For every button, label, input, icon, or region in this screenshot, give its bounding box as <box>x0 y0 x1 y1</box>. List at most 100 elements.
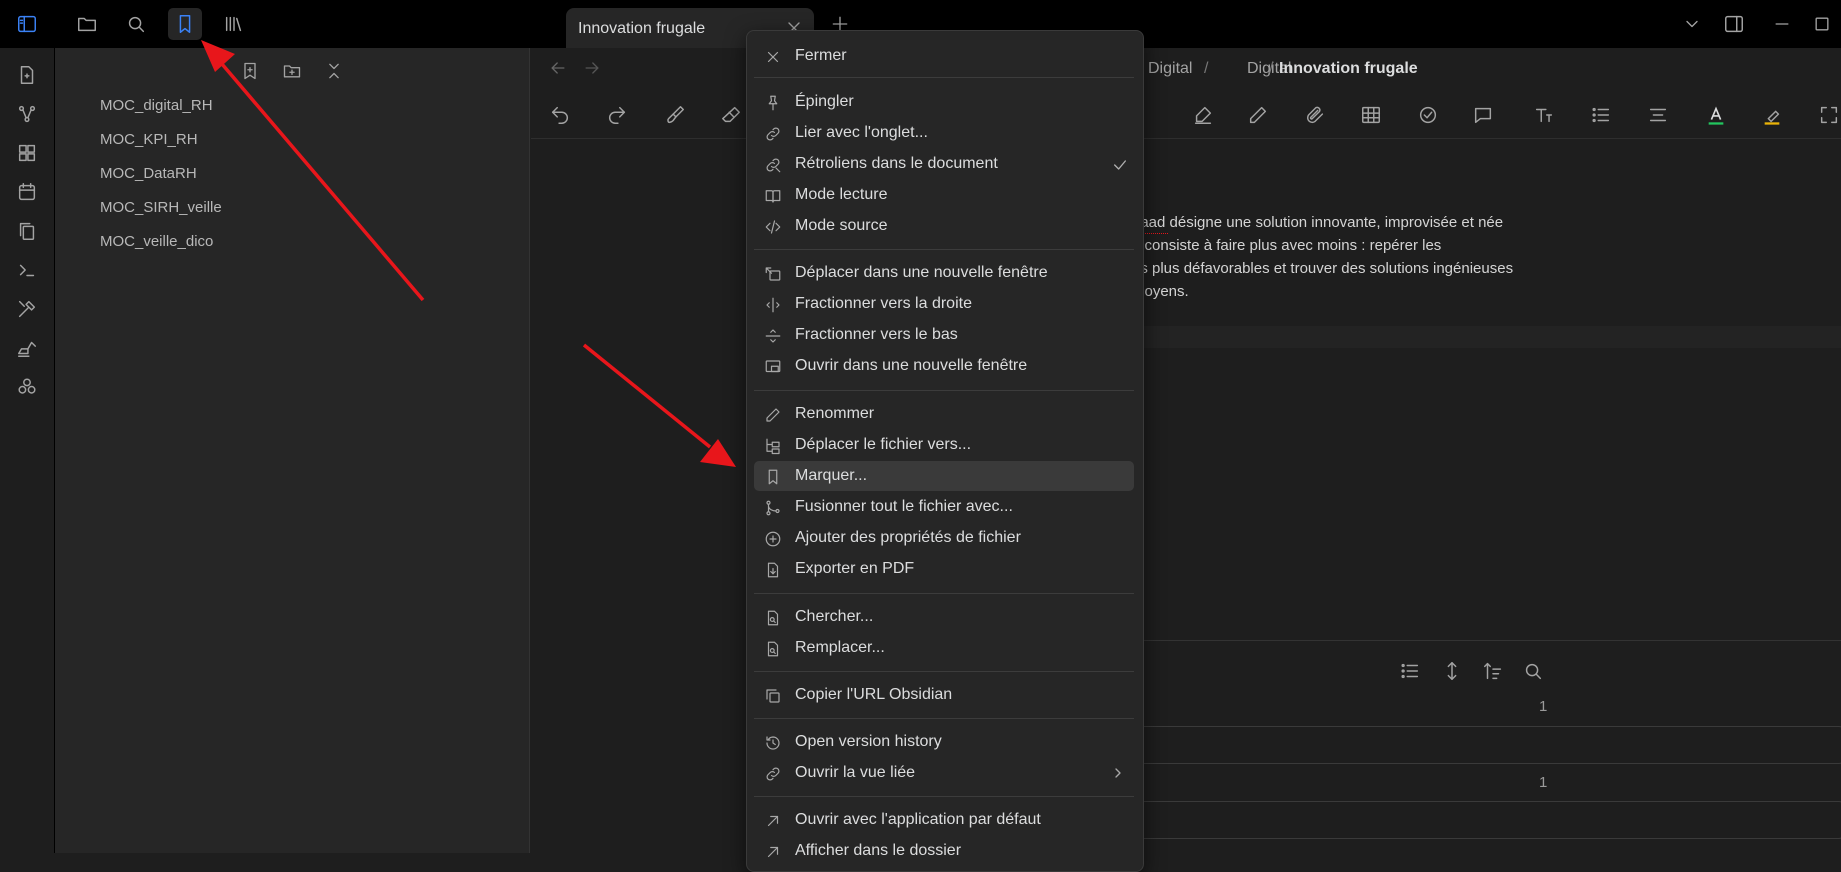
menu-item-find[interactable]: Chercher... <box>754 602 1134 632</box>
sidebar-toggle-icon[interactable] <box>10 8 44 40</box>
result-item[interactable] <box>1132 801 1841 839</box>
menu-item-linked-view[interactable]: Ouvrir la vue liée <box>754 758 1134 788</box>
bookmark-item[interactable]: MOC_veille_dico <box>100 233 213 250</box>
edit-icon[interactable] <box>1245 102 1271 128</box>
plugins-icon[interactable] <box>14 374 40 400</box>
eraser-icon[interactable] <box>718 102 744 128</box>
search-icon[interactable] <box>119 8 153 40</box>
attachment-icon[interactable] <box>1302 102 1328 128</box>
expand-icon[interactable] <box>1816 102 1841 128</box>
menu-item-label: Fractionner vers le bas <box>795 326 958 343</box>
graph-view-icon[interactable] <box>14 101 40 127</box>
chevron-down-icon[interactable] <box>1682 14 1702 34</box>
comment-icon[interactable] <box>1470 102 1496 128</box>
menu-item-add-properties[interactable]: Ajouter des propriétés de fichier <box>754 523 1134 553</box>
check-icon <box>1112 157 1128 173</box>
calendar-icon[interactable] <box>14 179 40 205</box>
folder-icon[interactable] <box>70 8 104 40</box>
menu-item-pin[interactable]: Épingler <box>754 87 1134 117</box>
menu-item-label: Rétroliens dans le document <box>795 155 998 172</box>
split-down-icon <box>764 327 782 345</box>
menu-item-label: Déplacer dans une nouvelle fenêtre <box>795 264 1048 281</box>
bookmark-icon[interactable] <box>168 8 202 40</box>
forward-arrow-icon[interactable] <box>582 58 602 78</box>
result-item[interactable] <box>1132 726 1841 764</box>
menu-item-copy-url[interactable]: Copier l'URL Obsidian <box>754 680 1134 710</box>
menu-item-open-default-app[interactable]: Ouvrir avec l'application par défaut <box>754 805 1134 835</box>
text-format-icon[interactable] <box>1531 102 1557 128</box>
menu-item-version-history[interactable]: Open version history <box>754 727 1134 757</box>
format-painter-icon[interactable] <box>662 102 688 128</box>
git-merge-icon <box>764 499 782 517</box>
new-folder-icon[interactable] <box>279 58 305 84</box>
move-window-icon <box>764 265 782 283</box>
minimize-icon[interactable] <box>1772 14 1792 34</box>
copy-files-icon[interactable] <box>14 218 40 244</box>
copy-icon <box>764 687 782 705</box>
list-icon[interactable] <box>1588 102 1614 128</box>
menu-item-backlinks[interactable]: Rétroliens dans le document <box>754 149 1134 179</box>
bookmark-item[interactable]: MOC_DataRH <box>100 165 197 182</box>
menu-item-split-right[interactable]: Fractionner vers la droite <box>754 289 1134 319</box>
menu-item-label: Mode source <box>795 217 888 234</box>
bookmark-item[interactable]: MOC_KPI_RH <box>100 131 198 148</box>
excavator-icon[interactable] <box>14 335 40 361</box>
menu-item-label: Épingler <box>795 93 854 110</box>
menu-item-export-pdf[interactable]: Exporter en PDF <box>754 554 1134 584</box>
maximize-icon[interactable] <box>1812 14 1832 34</box>
menu-item-label: Marquer... <box>795 467 868 484</box>
add-bookmark-icon[interactable] <box>237 58 263 84</box>
bookmark-item[interactable]: MOC_SIRH_veille <box>100 199 222 216</box>
tab-context-menu: Fermer Épingler Lier avec l'onglet... Ré… <box>746 30 1144 872</box>
library-icon[interactable] <box>217 8 251 40</box>
align-icon[interactable] <box>1645 102 1671 128</box>
menu-item-label: Exporter en PDF <box>795 560 915 577</box>
vertical-arrows-icon[interactable] <box>1441 660 1463 682</box>
menu-item-move-file[interactable]: Déplacer le fichier vers... <box>754 430 1134 460</box>
terminal-icon[interactable] <box>14 257 40 283</box>
result-count: 1 <box>1539 774 1548 791</box>
view-header: Digital / Digital / Innovation frugale <box>531 48 1841 90</box>
paragraph-line: es plus défavorables et trouver des solu… <box>1132 260 1514 277</box>
tools-icon[interactable] <box>14 296 40 322</box>
menu-item-replace[interactable]: Remplacer... <box>754 633 1134 663</box>
menu-item-open-new-window[interactable]: Ouvrir dans une nouvelle fenêtre <box>754 351 1134 381</box>
menu-separator <box>754 718 1134 719</box>
menu-item-bookmark[interactable]: Marquer... <box>754 461 1134 491</box>
sort-icon[interactable] <box>1482 660 1504 682</box>
menu-item-rename[interactable]: Renommer <box>754 399 1134 429</box>
list-outline-icon[interactable] <box>1399 660 1421 682</box>
menu-item-move-new-window[interactable]: Déplacer dans une nouvelle fenêtre <box>754 258 1134 288</box>
chevron-right-icon <box>1110 765 1126 781</box>
collapse-all-icon[interactable] <box>321 58 347 84</box>
new-note-icon[interactable] <box>14 62 40 88</box>
text-color-icon[interactable] <box>1703 102 1729 128</box>
redo-icon[interactable] <box>604 102 630 128</box>
file-export-icon <box>764 561 782 579</box>
divider <box>1132 640 1841 641</box>
table-icon[interactable] <box>1358 102 1384 128</box>
breadcrumb-separator: / <box>1204 60 1209 77</box>
right-sidebar-toggle-icon[interactable] <box>1722 13 1746 35</box>
bookmark-item[interactable]: MOC_digital_RH <box>100 97 213 114</box>
breadcrumb-item[interactable]: Digital <box>1148 60 1192 78</box>
paragraph-line: e consiste à faire plus avec moins : rep… <box>1132 237 1442 254</box>
search-icon[interactable] <box>1522 660 1544 682</box>
highlighter-pen-icon[interactable] <box>1190 102 1216 128</box>
back-arrow-icon[interactable] <box>548 58 568 78</box>
undo-icon[interactable] <box>547 102 573 128</box>
menu-item-label: Ouvrir dans une nouvelle fenêtre <box>795 357 1028 374</box>
backlinks-icon <box>764 156 782 174</box>
menu-item-merge[interactable]: Fusionner tout le fichier avec... <box>754 492 1134 522</box>
menu-item-link-tab[interactable]: Lier avec l'onglet... <box>754 118 1134 148</box>
menu-item-split-down[interactable]: Fractionner vers le bas <box>754 320 1134 350</box>
canvas-icon[interactable] <box>14 140 40 166</box>
menu-item-reading-mode[interactable]: Mode lecture <box>754 180 1134 210</box>
checklist-icon[interactable] <box>1415 102 1441 128</box>
link-icon <box>764 125 782 143</box>
menu-item-source-mode[interactable]: Mode source <box>754 211 1134 241</box>
menu-item-close[interactable]: Fermer <box>754 41 1134 71</box>
highlight-color-icon[interactable] <box>1759 102 1785 128</box>
menu-item-show-in-folder[interactable]: Afficher dans le dossier <box>754 836 1134 866</box>
bookmark-icon <box>764 468 782 486</box>
